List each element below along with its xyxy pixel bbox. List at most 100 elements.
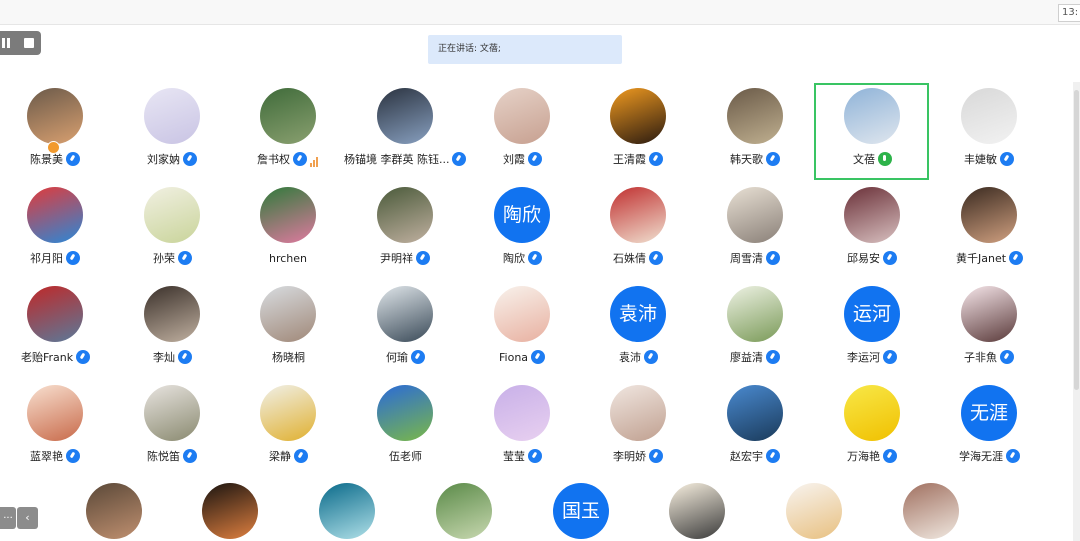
avatar[interactable]: [27, 88, 83, 144]
avatar[interactable]: 国玉: [553, 483, 609, 539]
participant-tile[interactable]: 刘家妠: [144, 88, 200, 172]
participant-tile[interactable]: 刘霞: [494, 88, 550, 172]
participant-tile[interactable]: 梁静: [260, 385, 316, 469]
avatar[interactable]: [377, 88, 433, 144]
participant-tile[interactable]: 陶欣 陶欣: [494, 187, 550, 271]
avatar[interactable]: [144, 187, 200, 243]
avatar[interactable]: [844, 88, 900, 144]
avatar[interactable]: [260, 88, 316, 144]
participant-name: 蓝翠艳: [30, 450, 63, 463]
avatar[interactable]: [844, 187, 900, 243]
avatar[interactable]: [903, 483, 959, 539]
avatar[interactable]: [27, 286, 83, 342]
participant-tile[interactable]: [86, 483, 142, 541]
participant-tile[interactable]: 杨锚境 李群英 陈钰...: [344, 88, 467, 172]
participant-tile[interactable]: 李灿: [144, 286, 200, 370]
avatar[interactable]: [144, 385, 200, 441]
avatar[interactable]: [144, 88, 200, 144]
participant-tile[interactable]: [319, 483, 375, 541]
participant-tile[interactable]: 无涯 学海无涯: [959, 385, 1020, 469]
avatar[interactable]: [961, 88, 1017, 144]
avatar[interactable]: [27, 385, 83, 441]
avatar[interactable]: [786, 483, 842, 539]
avatar[interactable]: [494, 385, 550, 441]
avatar[interactable]: [610, 187, 666, 243]
avatar[interactable]: 陶欣: [494, 187, 550, 243]
participant-tile[interactable]: 黄千Janet: [956, 187, 1024, 271]
participant-tile[interactable]: 陈景美: [27, 88, 83, 172]
pause-icon[interactable]: [2, 38, 10, 48]
avatar[interactable]: [610, 88, 666, 144]
participant-tile[interactable]: [669, 483, 725, 541]
participant-tile[interactable]: 石姝倩: [610, 187, 666, 271]
participant-tile[interactable]: 赵宏宇: [727, 385, 783, 469]
participant-name-row: 李运河: [847, 349, 897, 367]
avatar[interactable]: [377, 286, 433, 342]
avatar[interactable]: [260, 286, 316, 342]
participant-tile[interactable]: 国玉: [553, 483, 609, 541]
participant-tile[interactable]: 莹莹: [494, 385, 550, 469]
participant-tile[interactable]: 袁沛 袁沛: [610, 286, 666, 370]
participant-tile[interactable]: Fiona: [494, 286, 550, 370]
participant-tile[interactable]: [903, 483, 959, 541]
avatar[interactable]: [727, 187, 783, 243]
avatar[interactable]: [727, 286, 783, 342]
participant-tile[interactable]: hrchen: [260, 187, 316, 271]
avatar[interactable]: [377, 187, 433, 243]
stop-icon[interactable]: [24, 38, 34, 48]
avatar[interactable]: 无涯: [961, 385, 1017, 441]
participant-tile[interactable]: 蓝翠艳: [27, 385, 83, 469]
participant-tile[interactable]: [436, 483, 492, 541]
avatar[interactable]: [494, 88, 550, 144]
avatar[interactable]: [202, 483, 258, 539]
participant-tile[interactable]: 韩天歌: [727, 88, 783, 172]
participant-tile[interactable]: 祁月阳: [27, 187, 83, 271]
avatar[interactable]: [260, 187, 316, 243]
scrollbar-thumb[interactable]: [1074, 90, 1079, 390]
participant-tile[interactable]: 周雪清: [727, 187, 783, 271]
participant-tile[interactable]: 伍老师: [377, 385, 433, 469]
avatar[interactable]: [494, 286, 550, 342]
avatar[interactable]: [727, 385, 783, 441]
participant-tile[interactable]: 老贻Frank: [21, 286, 91, 370]
participant-tile[interactable]: 王清霞: [610, 88, 666, 172]
avatar[interactable]: [961, 187, 1017, 243]
avatar[interactable]: [610, 385, 666, 441]
participant-tile[interactable]: 詹书权: [257, 88, 318, 172]
participant-tile[interactable]: 尹明祥: [377, 187, 433, 271]
avatar[interactable]: 袁沛: [610, 286, 666, 342]
prev-page-button[interactable]: ‹: [17, 507, 38, 529]
avatar[interactable]: [319, 483, 375, 539]
participant-tile[interactable]: 何瑜: [377, 286, 433, 370]
participant-tile[interactable]: 陈悦笛: [144, 385, 200, 469]
participant-tile[interactable]: 杨晓桐: [260, 286, 316, 370]
mic-muted-icon: [66, 449, 80, 463]
avatar[interactable]: [27, 187, 83, 243]
participant-tile[interactable]: [786, 483, 842, 541]
participant-tile[interactable]: 运河 李运河: [844, 286, 900, 370]
avatar[interactable]: [377, 385, 433, 441]
avatar[interactable]: [844, 385, 900, 441]
participant-tile[interactable]: 万海艳: [844, 385, 900, 469]
avatar[interactable]: [669, 483, 725, 539]
avatar[interactable]: [961, 286, 1017, 342]
avatar[interactable]: [86, 483, 142, 539]
participant-tile[interactable]: 孙荣: [144, 187, 200, 271]
avatar[interactable]: 运河: [844, 286, 900, 342]
participant-tile[interactable]: 子非魚: [961, 286, 1017, 370]
window-top-bar: 13:: [0, 0, 1080, 25]
more-button[interactable]: ...: [0, 507, 16, 529]
avatar[interactable]: [727, 88, 783, 144]
participant-tile[interactable]: 丰婕敏: [961, 88, 1017, 172]
avatar[interactable]: [260, 385, 316, 441]
participant-tile[interactable]: 邱易安: [844, 187, 900, 271]
avatar[interactable]: [144, 286, 200, 342]
participant-tile[interactable]: 文蓓: [844, 88, 900, 172]
mic-muted-icon: [766, 449, 780, 463]
participant-name: 石姝倩: [613, 252, 646, 265]
avatar[interactable]: [436, 483, 492, 539]
participant-tile[interactable]: [202, 483, 258, 541]
participant-name-row: 邱易安: [847, 250, 897, 268]
participant-tile[interactable]: 廖益清: [727, 286, 783, 370]
participant-tile[interactable]: 李明娇: [610, 385, 666, 469]
